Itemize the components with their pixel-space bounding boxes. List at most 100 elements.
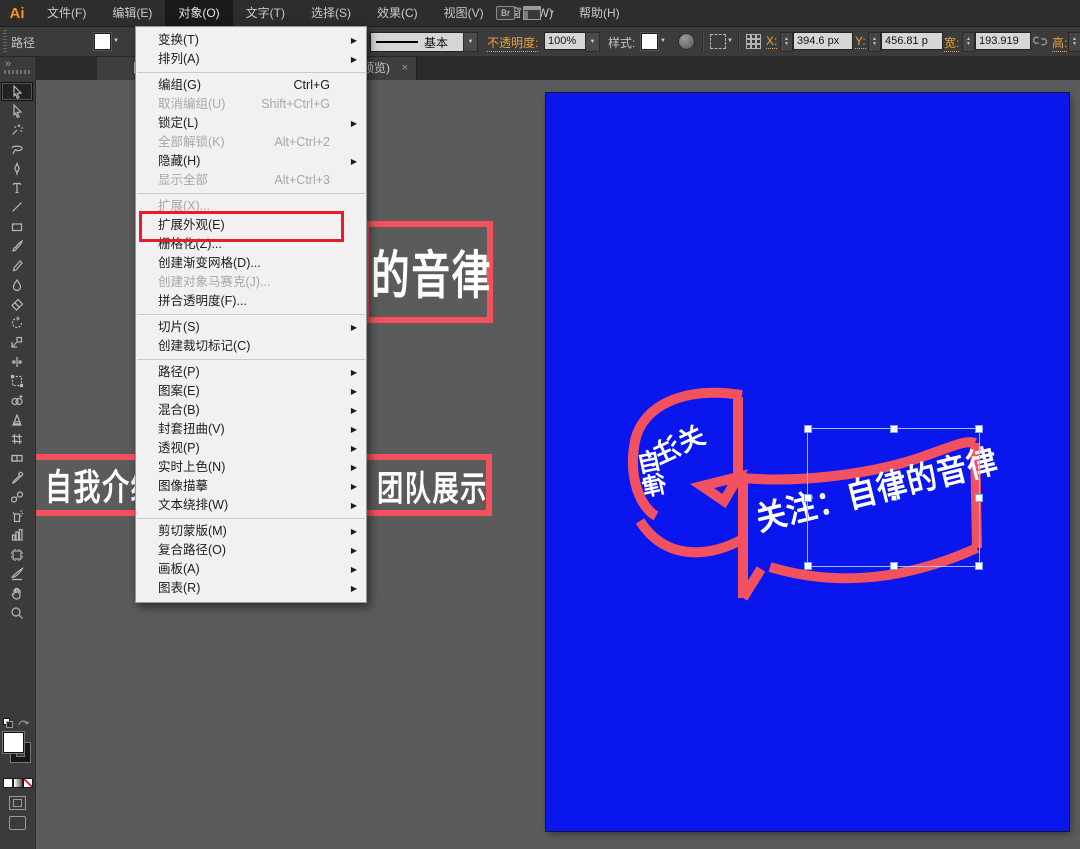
object-menu-item[interactable]: 复合路径(O)▶ bbox=[136, 541, 366, 560]
select-similar-icon[interactable] bbox=[710, 34, 726, 49]
screen-mode-icon[interactable] bbox=[9, 816, 26, 830]
link-dimensions-icon[interactable] bbox=[1032, 33, 1048, 49]
selection-handle[interactable] bbox=[975, 425, 983, 433]
menu-bar-item[interactable]: 视图(V) bbox=[431, 0, 497, 26]
tools-panel-header[interactable]: » bbox=[0, 56, 35, 80]
panel-grip[interactable] bbox=[3, 30, 7, 52]
object-menu-item[interactable]: 混合(B)▶ bbox=[136, 401, 366, 420]
shape-builder-tool[interactable] bbox=[1, 391, 33, 410]
x-label[interactable]: X: bbox=[766, 34, 777, 49]
mesh-tool[interactable] bbox=[1, 429, 33, 448]
object-menu-item[interactable]: 实时上色(N)▶ bbox=[136, 458, 366, 477]
chevron-down-icon[interactable]: ▼ bbox=[113, 38, 119, 44]
type-tool[interactable] bbox=[1, 179, 33, 198]
magic-wand-tool[interactable] bbox=[1, 121, 33, 140]
chevron-down-icon[interactable]: ▼ bbox=[727, 38, 733, 44]
height-label[interactable]: 高: bbox=[1052, 34, 1067, 52]
artboard-tool[interactable] bbox=[1, 545, 33, 564]
object-menu-item[interactable]: 排列(A)▶ bbox=[136, 50, 366, 69]
x-input[interactable]: 394.6 px bbox=[793, 32, 853, 50]
drawing-mode-icon[interactable] bbox=[9, 796, 26, 810]
x-stepper[interactable]: ▲▼ bbox=[780, 32, 793, 52]
pen-tool[interactable] bbox=[1, 159, 33, 178]
bridge-icon[interactable]: Br bbox=[496, 6, 515, 20]
style-swatch[interactable] bbox=[641, 33, 658, 50]
direct-selection-tool[interactable] bbox=[1, 101, 33, 120]
width-stepper[interactable]: ▲▼ bbox=[962, 32, 975, 52]
height-stepper[interactable]: ▲▼ bbox=[1068, 32, 1080, 52]
opacity-link[interactable]: 不透明度: bbox=[487, 34, 538, 52]
selection-handle[interactable] bbox=[975, 562, 983, 570]
y-input[interactable]: 456.81 p bbox=[881, 32, 943, 50]
none-mode-mini[interactable] bbox=[23, 778, 33, 788]
object-menu-item[interactable]: 创建裁切标记(C) bbox=[136, 337, 366, 356]
menu-bar-item[interactable]: 帮助(H) bbox=[566, 0, 633, 26]
gradient-tool[interactable] bbox=[1, 449, 33, 468]
selection-handle[interactable] bbox=[890, 562, 898, 570]
color-mode-mini[interactable] bbox=[3, 778, 13, 788]
object-menu-item[interactable]: 创建渐变网格(D)... bbox=[136, 254, 366, 273]
column-graph-tool[interactable] bbox=[1, 526, 33, 545]
stroke-style-box[interactable]: 基本 bbox=[370, 32, 474, 52]
fill-color-swatch[interactable] bbox=[3, 732, 24, 753]
fill-color-swatch[interactable] bbox=[94, 33, 111, 50]
stroke-style-dropdown[interactable]: ▼ bbox=[463, 32, 478, 52]
object-menu-item[interactable]: 图案(E)▶ bbox=[136, 382, 366, 401]
width-label[interactable]: 宽: bbox=[944, 34, 959, 52]
object-menu-item[interactable]: 透视(P)▶ bbox=[136, 439, 366, 458]
scale-tool[interactable] bbox=[1, 333, 33, 352]
width-tool[interactable] bbox=[1, 352, 33, 371]
selection-tool[interactable] bbox=[1, 82, 33, 101]
hand-tool[interactable] bbox=[1, 584, 33, 603]
lasso-tool[interactable] bbox=[1, 140, 33, 159]
collapse-panel-icon[interactable]: » bbox=[5, 58, 11, 70]
object-menu-item[interactable]: 图像描摹▶ bbox=[136, 477, 366, 496]
blob-brush-tool[interactable] bbox=[1, 275, 33, 294]
workspace-icon[interactable] bbox=[523, 6, 541, 20]
panel-grip[interactable] bbox=[4, 70, 30, 74]
object-menu-item[interactable]: 路径(P)▶ bbox=[136, 363, 366, 382]
selection-handle[interactable] bbox=[975, 494, 983, 502]
object-menu-item[interactable]: 剪切蒙版(M)▶ bbox=[136, 522, 366, 541]
selection-handle[interactable] bbox=[804, 425, 812, 433]
close-tab-icon[interactable]: × bbox=[402, 56, 408, 80]
menu-bar-item[interactable]: 文字(T) bbox=[233, 0, 298, 26]
symbol-sprayer-tool[interactable] bbox=[1, 507, 33, 526]
menu-bar-item[interactable]: 效果(C) bbox=[364, 0, 431, 26]
y-label[interactable]: Y: bbox=[855, 34, 866, 49]
swap-colors-icon[interactable] bbox=[16, 716, 32, 730]
rectangle-tool[interactable] bbox=[1, 217, 33, 236]
pencil-tool[interactable] bbox=[1, 256, 33, 275]
menu-bar-item[interactable]: 文件(F) bbox=[34, 0, 99, 26]
eraser-tool[interactable] bbox=[1, 294, 33, 313]
selection-handle[interactable] bbox=[804, 494, 812, 502]
zoom-tool[interactable] bbox=[1, 603, 33, 622]
object-menu-item[interactable]: 封套扭曲(V)▶ bbox=[136, 420, 366, 439]
perspective-grid-tool[interactable] bbox=[1, 410, 33, 429]
menu-bar-item[interactable]: 对象(O) bbox=[165, 0, 232, 26]
free-transform-tool[interactable] bbox=[1, 372, 33, 391]
object-menu-item[interactable]: 拼合透明度(F)... bbox=[136, 292, 366, 311]
opacity-input[interactable]: 100% bbox=[544, 32, 588, 50]
object-menu-item[interactable]: 画板(A)▶ bbox=[136, 560, 366, 579]
selection-handle[interactable] bbox=[890, 425, 898, 433]
object-menu-item[interactable]: 文本绕排(W)▶ bbox=[136, 496, 366, 515]
menu-bar-item[interactable]: 编辑(E) bbox=[99, 0, 165, 26]
object-menu-item[interactable]: 切片(S)▶ bbox=[136, 318, 366, 337]
object-menu-item[interactable]: 变换(T)▶ bbox=[136, 31, 366, 50]
object-menu-item[interactable]: 隐藏(H)▶ bbox=[136, 152, 366, 171]
gradient-mode-mini[interactable] bbox=[13, 778, 23, 788]
chevron-down-icon[interactable]: ▼ bbox=[660, 38, 666, 44]
y-stepper[interactable]: ▲▼ bbox=[868, 32, 881, 52]
object-menu-item[interactable]: 图表(R)▶ bbox=[136, 579, 366, 598]
reference-point-icon[interactable] bbox=[746, 34, 760, 48]
object-menu-item[interactable]: 编组(G)Ctrl+G bbox=[136, 76, 366, 95]
object-menu-item[interactable]: 锁定(L)▶ bbox=[136, 114, 366, 133]
width-input[interactable]: 193.919 bbox=[975, 32, 1031, 50]
blend-tool[interactable] bbox=[1, 487, 33, 506]
opacity-dropdown[interactable]: ▼ bbox=[585, 32, 600, 52]
line-segment-tool[interactable] bbox=[1, 198, 33, 217]
eyedropper-tool[interactable] bbox=[1, 468, 33, 487]
selection-handle[interactable] bbox=[804, 562, 812, 570]
recolor-artwork-icon[interactable] bbox=[678, 33, 695, 50]
